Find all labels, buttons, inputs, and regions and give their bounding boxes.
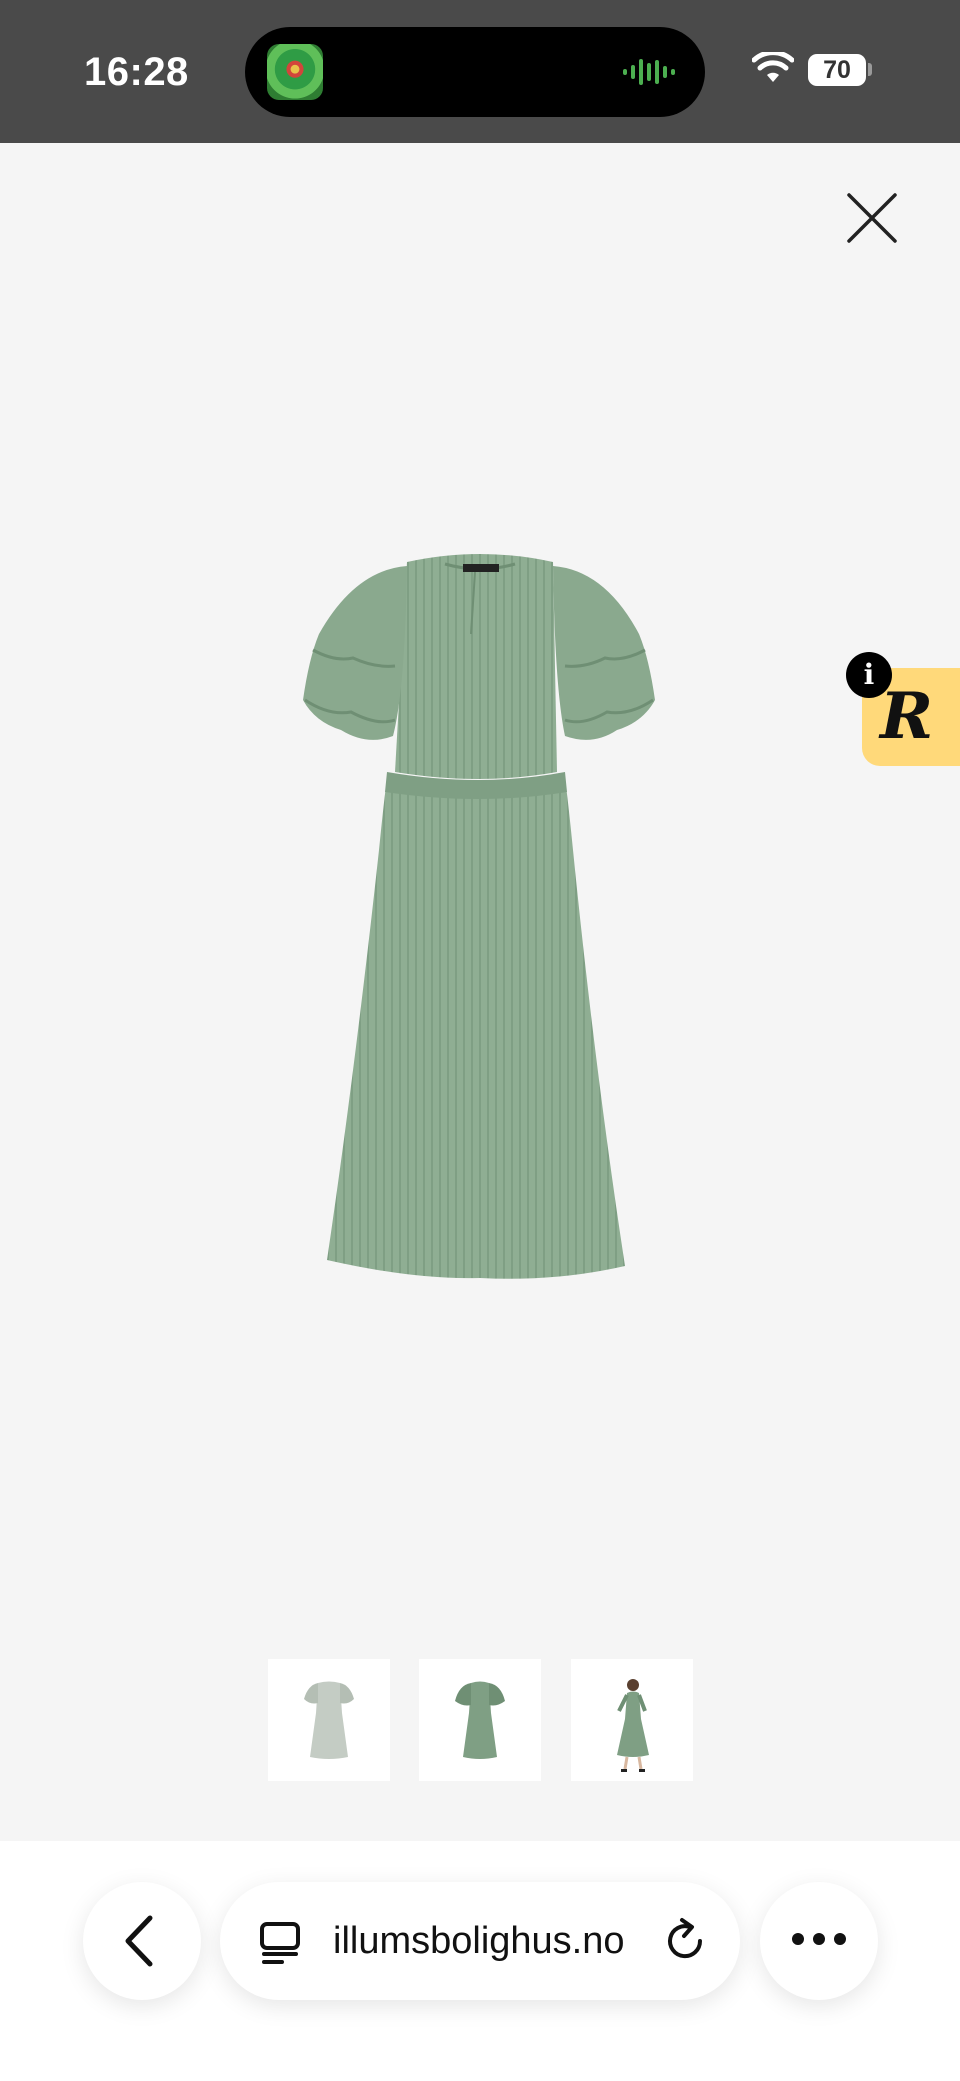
- app-thumbnail-icon[interactable]: [267, 44, 323, 100]
- thumbnail-strip: [268, 1659, 693, 1781]
- battery-cap: [868, 63, 872, 76]
- thumbnail-dress-model[interactable]: [571, 1659, 693, 1781]
- audio-waveform-icon: [623, 59, 675, 85]
- more-button[interactable]: [760, 1882, 878, 2000]
- reload-icon[interactable]: [660, 1916, 710, 1966]
- wifi-icon: [752, 52, 794, 82]
- status-time: 16:28: [84, 50, 189, 94]
- dress-front-view: [455, 1681, 505, 1759]
- tabs-icon: [260, 1922, 300, 1964]
- status-bar: 16:28 70: [0, 0, 960, 143]
- battery-icon: 70: [808, 54, 866, 86]
- dress-model-view: [617, 1679, 649, 1772]
- url-text: illumsbolighus.no: [333, 1920, 625, 1962]
- address-bar[interactable]: illumsbolighus.no: [220, 1882, 740, 2000]
- close-icon[interactable]: [846, 192, 898, 244]
- dress-back-view: [304, 1681, 354, 1759]
- more-icon: [792, 1933, 846, 1945]
- back-icon: [125, 1915, 153, 1967]
- green-dress-photo[interactable]: [295, 550, 665, 1290]
- dynamic-island[interactable]: [245, 27, 705, 117]
- back-button[interactable]: [83, 1882, 201, 2000]
- thumbnail-dress-front[interactable]: [419, 1659, 541, 1781]
- info-icon[interactable]: i: [846, 652, 892, 698]
- thumbnail-dress-back[interactable]: [268, 1659, 390, 1781]
